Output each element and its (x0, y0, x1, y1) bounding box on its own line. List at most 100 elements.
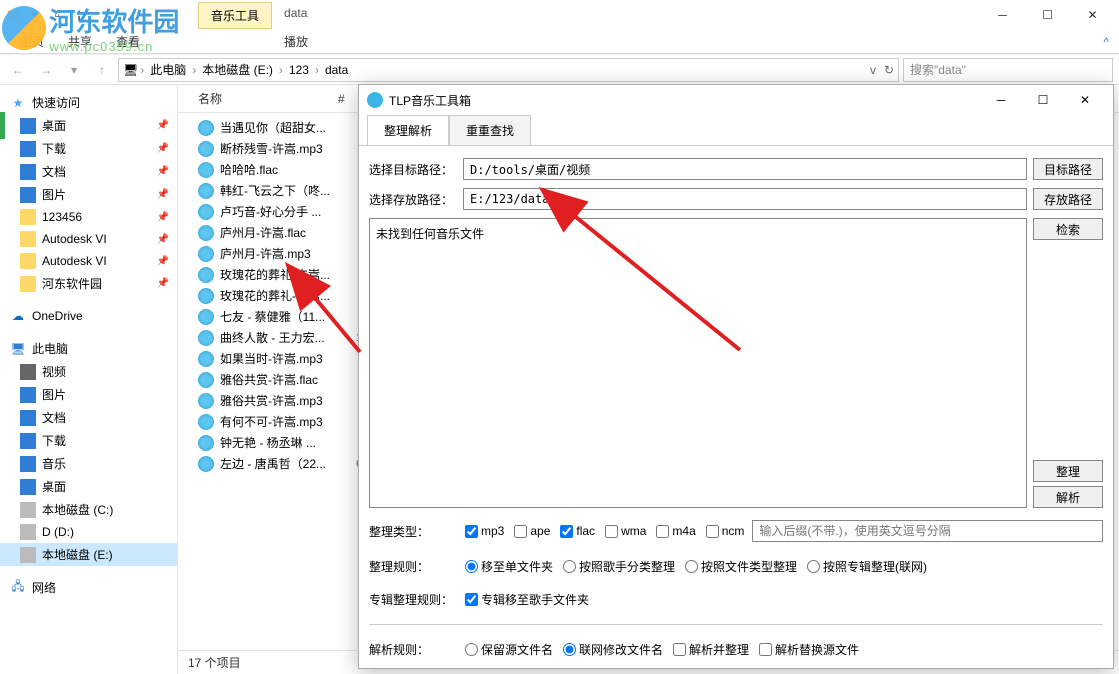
album-label: 专辑整理规则： (369, 591, 457, 608)
sidebar-item[interactable]: 河东软件园📌 (0, 272, 177, 295)
music-file-icon (198, 120, 214, 136)
forward-button[interactable]: → (34, 58, 58, 82)
quick-access-toolbar: 📁 ▾ ▫ | (4, 6, 88, 24)
type-checkbox-mp3[interactable]: mp3 (465, 524, 504, 538)
ribbon-view[interactable]: 查看 (116, 33, 140, 50)
sidebar-item[interactable]: 视频 (0, 360, 177, 383)
folder-icon: 📁 (4, 6, 22, 24)
up-button[interactable]: ↑ (90, 58, 114, 82)
tab-organize[interactable]: 整理解析 (367, 115, 449, 146)
sidebar-item[interactable]: 本地磁盘 (C:) (0, 498, 177, 521)
sidebar-onedrive[interactable]: ☁OneDrive (0, 305, 177, 327)
dialog-maximize-button[interactable]: ☐ (1023, 87, 1063, 113)
address-dropdown-icon[interactable]: v (870, 63, 876, 77)
ribbon-play[interactable]: 播放 (284, 33, 308, 50)
type-label: 整理类型： (369, 523, 457, 540)
contextual-tab-music[interactable]: 音乐工具 (198, 2, 272, 29)
type-checkbox-ape[interactable]: ape (514, 524, 550, 538)
save-path-button[interactable]: 存放路径 (1033, 188, 1103, 210)
music-file-icon (198, 414, 214, 430)
dropdown-icon[interactable]: ▾ (26, 6, 44, 24)
music-file-icon (198, 330, 214, 346)
props-icon[interactable]: ▫ (48, 6, 66, 24)
music-file-icon (198, 225, 214, 241)
back-button[interactable]: ← (6, 58, 30, 82)
music-file-icon (198, 288, 214, 304)
sidebar-item[interactable]: 图片📌 (0, 183, 177, 206)
parse-opt[interactable]: 解析并整理 (673, 641, 749, 658)
sidebar-this-pc[interactable]: 🖥此电脑 (0, 337, 177, 360)
crumb[interactable]: 本地磁盘 (E:) (198, 61, 277, 78)
rule-radio[interactable]: 按照文件类型整理 (685, 558, 797, 575)
music-file-icon (198, 267, 214, 283)
target-path-label: 选择目标路径： (369, 161, 457, 178)
dialog-title: TLP音乐工具箱 (389, 92, 471, 109)
save-path-input[interactable] (463, 188, 1027, 210)
type-checkbox-wma[interactable]: wma (605, 524, 646, 538)
minimize-button[interactable]: ─ (980, 1, 1025, 29)
sidebar-item[interactable]: Autodesk VI📌 (0, 250, 177, 272)
sidebar-item[interactable]: 图片 (0, 383, 177, 406)
app-icon (367, 92, 383, 108)
save-path-label: 选择存放路径： (369, 191, 457, 208)
sidebar-item[interactable]: 下载 (0, 429, 177, 452)
sidebar-item[interactable]: D (D:) (0, 521, 177, 543)
rule-radio[interactable]: 移至单文件夹 (465, 558, 553, 575)
sidebar-item[interactable]: 桌面📌 (0, 114, 177, 137)
music-file-icon (198, 372, 214, 388)
tlp-dialog: TLP音乐工具箱 ─ ☐ ✕ 整理解析 重重查找 选择目标路径： 目标路径 选择… (358, 84, 1114, 669)
maximize-button[interactable]: ☐ (1025, 1, 1070, 29)
rule-radio[interactable]: 按照歌手分类整理 (563, 558, 675, 575)
target-path-button[interactable]: 目标路径 (1033, 158, 1103, 180)
rule-radio[interactable]: 按照专辑整理(联网) (807, 558, 927, 575)
type-checkbox-m4a[interactable]: m4a (656, 524, 695, 538)
parse-opt[interactable]: 保留源文件名 (465, 641, 553, 658)
col-name[interactable]: 名称 (198, 90, 338, 107)
parse-button[interactable]: 解析 (1033, 486, 1103, 508)
music-file-icon (198, 204, 214, 220)
dialog-close-button[interactable]: ✕ (1065, 87, 1105, 113)
ribbon: 主页 共享 查看 播放 ^ (0, 30, 1119, 54)
organize-button[interactable]: 整理 (1033, 460, 1103, 482)
refresh-icon[interactable]: ↻ (884, 63, 894, 77)
music-file-icon (198, 183, 214, 199)
parse-opt[interactable]: 联网修改文件名 (563, 641, 663, 658)
album-checkbox[interactable]: 专辑移至歌手文件夹 (465, 591, 589, 608)
ribbon-home[interactable]: 主页 (20, 33, 44, 50)
ext-input[interactable] (752, 520, 1103, 542)
sidebar-item[interactable]: 本地磁盘 (E:) (0, 543, 177, 566)
recent-dropdown[interactable]: ▾ (62, 58, 86, 82)
result-textarea[interactable]: 未找到任何音乐文件 (369, 218, 1027, 508)
close-button[interactable]: ✕ (1070, 1, 1115, 29)
dialog-minimize-button[interactable]: ─ (981, 87, 1021, 113)
sidebar-item[interactable]: 文档 (0, 406, 177, 429)
sidebar-item[interactable]: 123456📌 (0, 206, 177, 228)
crumb[interactable]: data (321, 63, 352, 77)
sidebar-item[interactable]: Autodesk VI📌 (0, 228, 177, 250)
dialog-title-bar[interactable]: TLP音乐工具箱 ─ ☐ ✕ (359, 85, 1113, 115)
address-bar[interactable]: 🖥› 此电脑› 本地磁盘 (E:)› 123› data v ↻ (118, 58, 899, 82)
parse-opt[interactable]: 解析替换源文件 (759, 641, 859, 658)
sidebar-network[interactable]: 🖧网络 (0, 576, 177, 599)
sidebar-item[interactable]: 桌面 (0, 475, 177, 498)
window-title: data (272, 2, 319, 29)
col-num[interactable]: # (338, 92, 358, 106)
crumb[interactable]: 此电脑 (146, 61, 190, 78)
sidebar-item[interactable]: 音乐 (0, 452, 177, 475)
music-file-icon (198, 141, 214, 157)
ribbon-expand-icon[interactable]: ^ (1103, 35, 1119, 49)
pc-icon: 🖥 (123, 63, 138, 77)
sidebar-item[interactable]: 文档📌 (0, 160, 177, 183)
target-path-input[interactable] (463, 158, 1027, 180)
type-checkbox-ncm[interactable]: ncm (706, 524, 745, 538)
crumb[interactable]: 123 (285, 63, 313, 77)
ribbon-share[interactable]: 共享 (68, 33, 92, 50)
tab-refind[interactable]: 重重查找 (449, 115, 531, 146)
sidebar-item[interactable]: 下载📌 (0, 137, 177, 160)
sidebar-quick-access[interactable]: ★快速访问 (0, 91, 177, 114)
type-checkbox-flac[interactable]: flac (560, 524, 595, 538)
music-file-icon (198, 351, 214, 367)
divider (369, 624, 1103, 625)
search-button[interactable]: 检索 (1033, 218, 1103, 240)
search-input[interactable]: 搜索"data" (903, 58, 1113, 82)
